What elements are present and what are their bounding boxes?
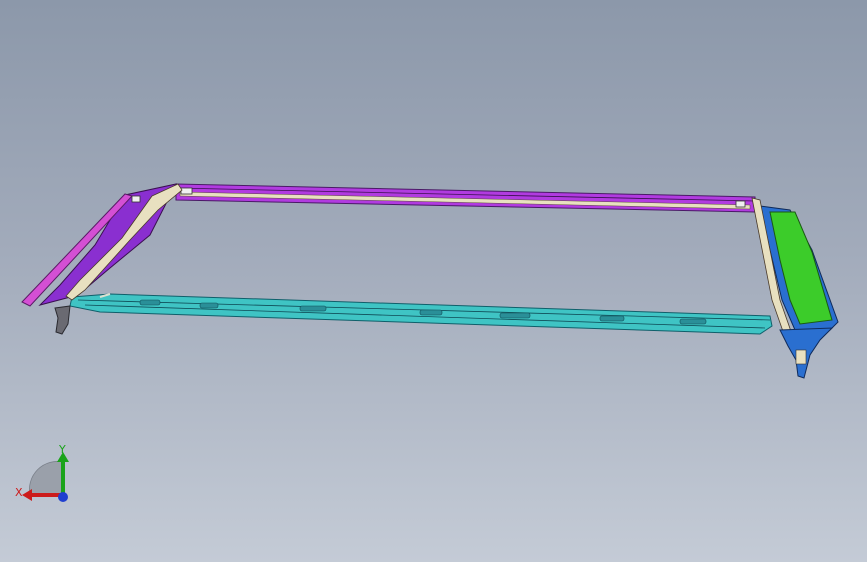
orientation-triad: Y X [10,440,80,510]
axis-y-label: Y [59,443,66,456]
windshield-frame-model[interactable] [0,0,867,562]
triad-graphic [22,452,69,502]
x-axis-arrowhead [22,489,32,501]
roof-rail-front[interactable] [175,183,756,213]
cowl-lower-rail[interactable] [69,293,773,335]
a-pillar-right[interactable] [751,197,839,379]
z-axis-dot [58,492,68,502]
triad-plane [29,461,64,496]
graphics-viewport[interactable]: Y X [0,0,867,562]
axis-x-label: X [15,486,23,499]
